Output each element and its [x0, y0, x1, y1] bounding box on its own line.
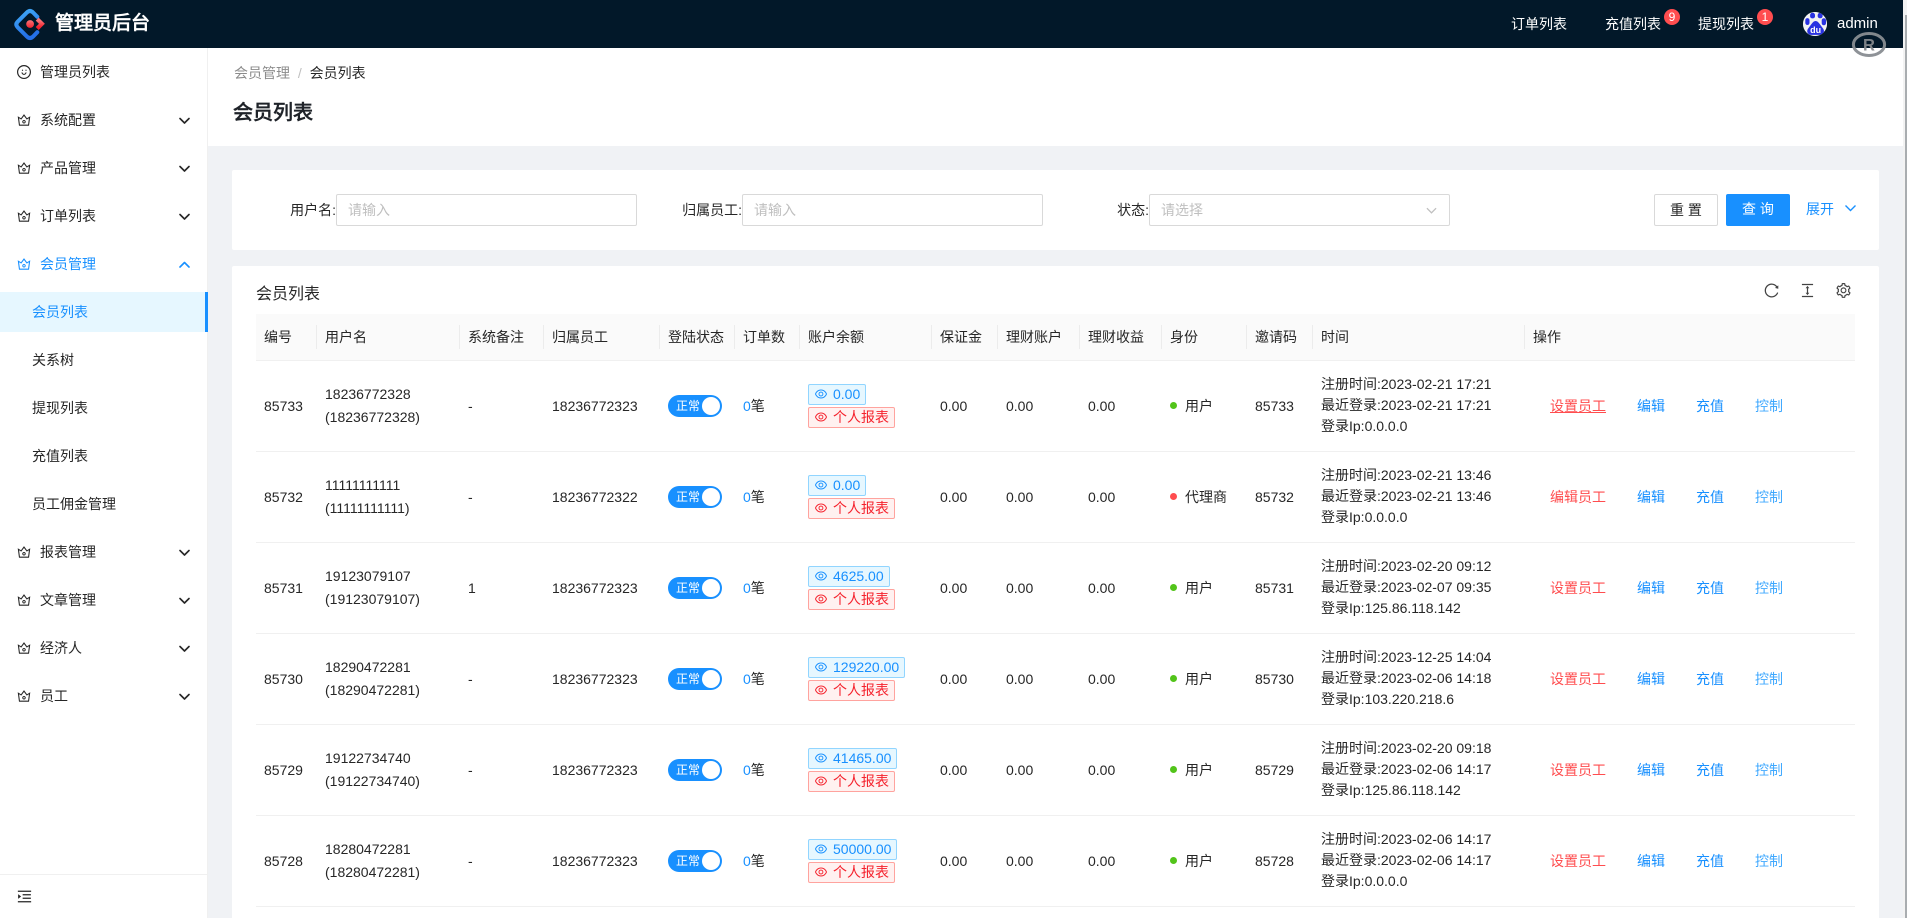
svg-text:R: R — [1863, 37, 1875, 55]
svg-text:du: du — [1810, 25, 1821, 35]
